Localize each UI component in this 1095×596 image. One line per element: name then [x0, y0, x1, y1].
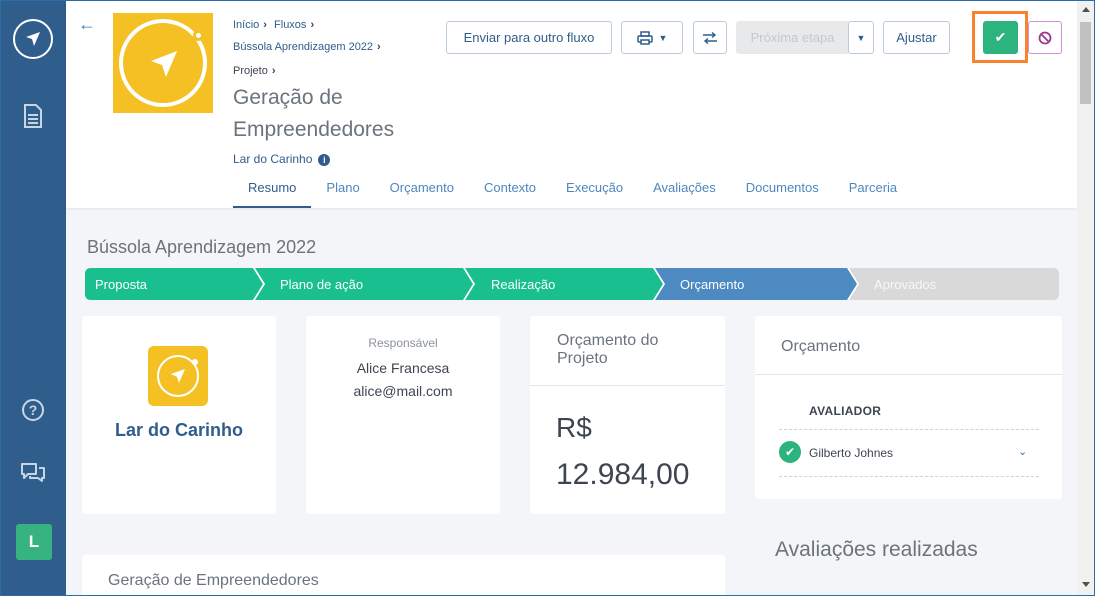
- org-link-label[interactable]: Lar do Carinho: [233, 152, 312, 166]
- organization-card: Lar do Carinho: [82, 316, 276, 514]
- tab-avaliacoes[interactable]: Avaliações: [638, 172, 731, 208]
- send-to-flow-button[interactable]: Enviar para outro fluxo: [446, 21, 612, 54]
- tab-parceria[interactable]: Parceria: [834, 172, 912, 208]
- breadcrumb-line-2: Bússola Aprendizagem 2022 ›: [233, 41, 381, 53]
- chat-icon[interactable]: [20, 461, 46, 488]
- reject-button[interactable]: [1028, 21, 1062, 54]
- swap-arrows-icon: [703, 31, 717, 44]
- step-plano-de-acao[interactable]: Plano de ação: [280, 277, 363, 292]
- avatar[interactable]: L: [16, 524, 52, 560]
- step-realizacao[interactable]: Realização: [491, 277, 555, 292]
- transfer-button[interactable]: [693, 21, 727, 54]
- responsible-card: Responsável Alice Francesa alice@mail.co…: [306, 316, 500, 514]
- tab-plano[interactable]: Plano: [311, 172, 374, 208]
- info-icon[interactable]: i: [318, 154, 331, 166]
- organization-card-logo: [148, 346, 208, 406]
- breadcrumb-projeto: Projeto: [233, 65, 268, 77]
- flow-steps: Proposta Plano de ação Realização Orçame…: [85, 268, 1059, 300]
- breadcrumb: Início › Fluxos ›: [233, 19, 315, 31]
- budget-currency: R$: [556, 412, 592, 443]
- organization-card-name[interactable]: Lar do Carinho: [82, 420, 276, 441]
- organization-logo: [113, 13, 213, 113]
- chevron-down-icon: ▼: [658, 32, 668, 43]
- sidebar: ? L: [0, 0, 66, 596]
- budget-title: Orçamento do Projeto: [557, 332, 659, 367]
- tab-resumo[interactable]: Resumo: [233, 172, 312, 208]
- divider: [530, 385, 725, 386]
- budget-card: Orçamento do Projeto R$ 12.984,00: [530, 316, 725, 514]
- approved-check-icon: ✔: [779, 441, 801, 463]
- step-orcamento[interactable]: Orçamento: [680, 277, 744, 292]
- reviewer-name: Gilberto Johnes: [809, 446, 894, 460]
- project-description-card: Geração de Empreendedores: [82, 555, 725, 596]
- row-divider: [779, 476, 1039, 477]
- tab-documentos[interactable]: Documentos: [731, 172, 834, 208]
- block-icon: [1038, 31, 1052, 44]
- review-card: Orçamento AVALIADOR ✔ Gilberto Johnes ⌄: [755, 316, 1062, 499]
- responsible-email: alice@mail.com: [353, 383, 453, 399]
- budget-value: 12.984,00: [556, 458, 690, 491]
- scroll-down-arrow-icon[interactable]: [1082, 582, 1090, 587]
- responsible-label: Responsável: [368, 336, 438, 350]
- breadcrumb-line-3: Projeto ›: [233, 65, 276, 77]
- reviewer-column-header: AVALIADOR: [809, 404, 882, 418]
- print-menu-button[interactable]: ▼: [621, 21, 683, 54]
- vertical-scrollbar[interactable]: [1077, 0, 1095, 596]
- breadcrumb-inicio[interactable]: Início: [233, 19, 259, 31]
- tab-contexto[interactable]: Contexto: [469, 172, 551, 208]
- scroll-up-arrow-icon[interactable]: [1082, 7, 1090, 12]
- tab-execucao[interactable]: Execução: [551, 172, 638, 208]
- evaluations-heading: Avaliações realizadas: [775, 538, 978, 561]
- divider: [755, 374, 1062, 375]
- next-step-dropdown[interactable]: ▼: [848, 21, 874, 54]
- compass-logo-icon[interactable]: [13, 19, 53, 59]
- page-title: Geração de Empreendedores: [233, 86, 395, 141]
- tab-orcamento[interactable]: Orçamento: [375, 172, 469, 208]
- back-arrow-icon[interactable]: ←: [78, 14, 96, 35]
- document-icon[interactable]: [23, 104, 43, 133]
- approve-button[interactable]: ✔: [983, 21, 1018, 54]
- flow-title: Bússola Aprendizagem 2022: [87, 237, 317, 257]
- caret-down-icon: ▼: [856, 32, 866, 43]
- next-step-button[interactable]: Próxima etapa: [736, 21, 849, 54]
- project-description-title: Geração de Empreendedores: [108, 572, 319, 589]
- expand-chevron-icon[interactable]: ⌄: [1018, 445, 1027, 458]
- printer-icon: [636, 30, 653, 45]
- scrollbar-thumb[interactable]: [1080, 22, 1091, 104]
- check-icon: ✔: [994, 29, 1007, 45]
- step-proposta[interactable]: Proposta: [95, 277, 147, 292]
- review-card-title: Orçamento: [781, 338, 861, 355]
- help-icon[interactable]: ?: [22, 399, 44, 421]
- step-aprovados[interactable]: Aprovados: [874, 277, 936, 292]
- responsible-name: Alice Francesa: [356, 360, 450, 376]
- org-link[interactable]: Lar do Carinho i: [233, 152, 331, 166]
- breadcrumb-fluxos[interactable]: Fluxos: [274, 19, 306, 31]
- adjust-button[interactable]: Ajustar: [883, 21, 950, 54]
- breadcrumb-flow[interactable]: Bússola Aprendizagem 2022: [233, 41, 373, 53]
- tab-bar: Resumo Plano Orçamento Contexto Execução…: [233, 172, 912, 208]
- row-divider: [779, 429, 1039, 430]
